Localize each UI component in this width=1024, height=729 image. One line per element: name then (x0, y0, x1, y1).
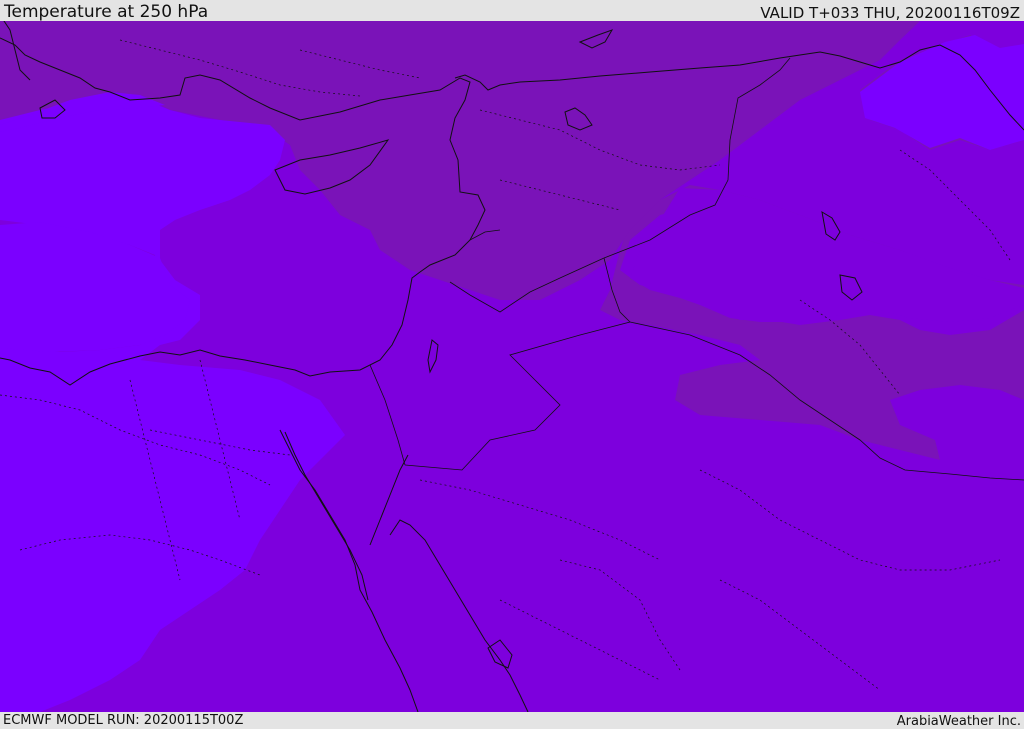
header-bar: Temperature at 250 hPa VALID T+033 THU, … (0, 0, 1024, 22)
map-canvas (0, 21, 1024, 712)
map-title: Temperature at 250 hPa (4, 2, 209, 22)
weather-map (0, 21, 1024, 712)
valid-time: VALID T+033 THU, 20200116T09Z (760, 4, 1020, 22)
credit-label: ArabiaWeather Inc. (896, 714, 1021, 729)
map-frame: Temperature at 250 hPa VALID T+033 THU, … (0, 0, 1024, 729)
model-run-label: ECMWF MODEL RUN: 20200115T00Z (3, 713, 244, 728)
footer-bar: ECMWF MODEL RUN: 20200115T00Z ArabiaWeat… (0, 712, 1024, 729)
